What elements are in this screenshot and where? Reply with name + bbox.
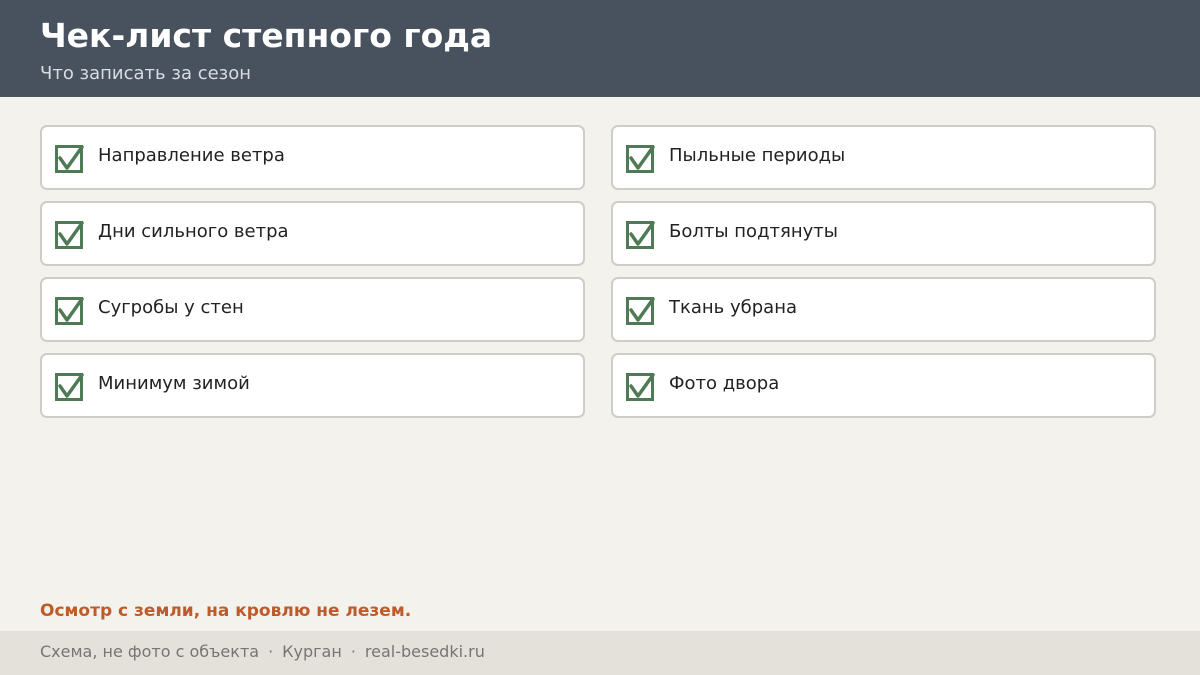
checklist-item-label: Дни сильного ветра — [98, 221, 289, 242]
checkbox-checked[interactable] — [626, 297, 655, 325]
checkmark-icon — [629, 221, 655, 246]
checklist-item-label: Фото двора — [669, 373, 780, 394]
checkbox-checked[interactable] — [55, 221, 84, 249]
checkbox-checked[interactable] — [626, 145, 655, 173]
checkbox-checked[interactable] — [626, 221, 655, 249]
checklist-item-label: Ткань убрана — [669, 297, 798, 318]
checkmark-icon — [58, 145, 84, 170]
checkbox-checked[interactable] — [55, 145, 84, 173]
checklist-item[interactable]: Болты подтянуты — [611, 201, 1156, 266]
checklist-item-label: Направление ветра — [98, 145, 285, 166]
checkmark-icon — [58, 297, 84, 322]
checklist-item[interactable]: Сугробы у стен — [40, 277, 585, 342]
checklist-item[interactable]: Фото двора — [611, 353, 1156, 418]
checkmark-icon — [629, 297, 655, 322]
checklist-item[interactable]: Ткань убрана — [611, 277, 1156, 342]
footer-separator: · — [350, 642, 356, 661]
footer-line: Схема, не фото с объекта · Курган · real-bes… — [40, 641, 485, 663]
checklist-item-label: Минимум зимой — [98, 373, 250, 394]
checkbox-checked[interactable] — [55, 297, 84, 325]
checklist-item[interactable]: Минимум зимой — [40, 353, 585, 418]
checklist-item-label: Пыльные периоды — [669, 145, 846, 166]
checklist-item-label: Болты подтянуты — [669, 221, 838, 242]
checkmark-icon — [58, 221, 84, 246]
checkbox-checked[interactable] — [626, 373, 655, 401]
checklist-item[interactable]: Направление ветра — [40, 125, 585, 190]
checklist-grid: Направление ветра Пыльные периоды Дни си… — [40, 125, 1156, 418]
footer-note: Схема, не фото с объекта — [40, 642, 260, 661]
safety-note: Осмотр с земли, на кровлю не лезем. — [40, 601, 412, 621]
footer-city: Курган — [282, 642, 342, 661]
page: Чек-лист степного года Что записать за с… — [0, 0, 1200, 675]
checklist-item[interactable]: Дни сильного ветра — [40, 201, 585, 266]
footer-separator: · — [268, 642, 274, 661]
header: Чек-лист степного года Что записать за с… — [0, 0, 1200, 97]
checkmark-icon — [629, 145, 655, 170]
checkbox-checked[interactable] — [55, 373, 84, 401]
page-title: Чек-лист степного года — [40, 16, 493, 55]
page-subtitle: Что записать за сезон — [40, 63, 252, 84]
checkmark-icon — [629, 373, 655, 398]
checklist-item-label: Сугробы у стен — [98, 297, 244, 318]
checkmark-icon — [58, 373, 84, 398]
checklist-item[interactable]: Пыльные периоды — [611, 125, 1156, 190]
footer-site-link[interactable]: real-besedki.ru — [365, 642, 485, 661]
footer: Схема, не фото с объекта · Курган · real-bes… — [0, 631, 1200, 675]
